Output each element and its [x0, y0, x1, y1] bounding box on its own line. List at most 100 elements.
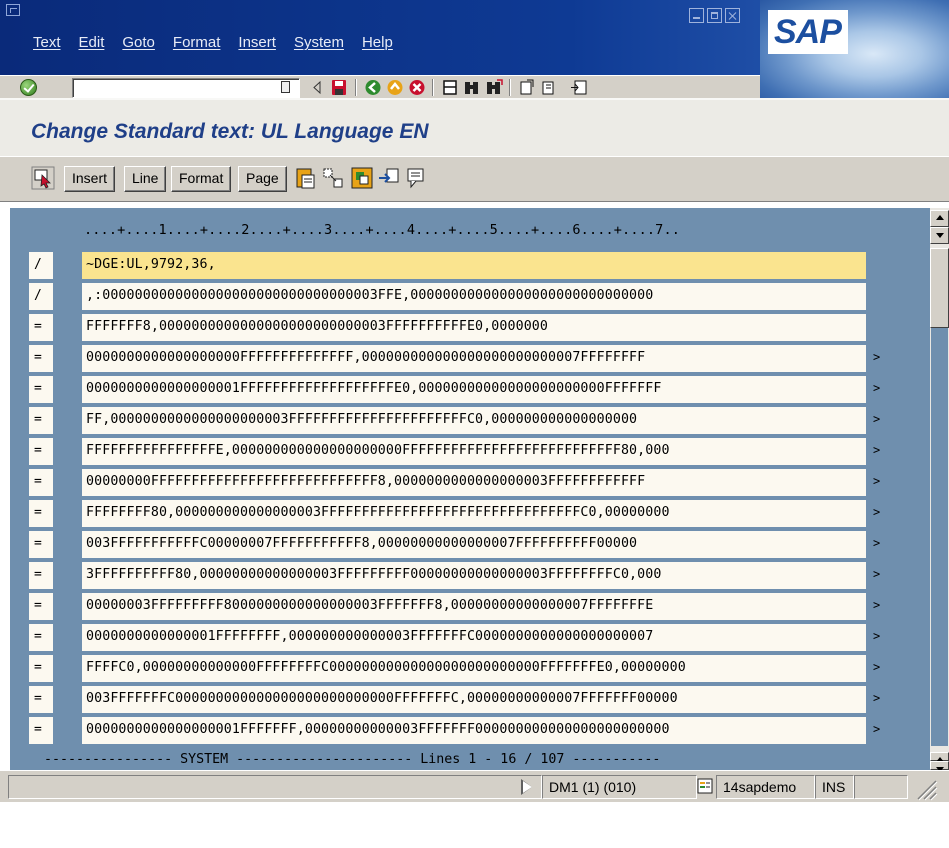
exit-icon[interactable]: [386, 79, 404, 96]
editor-line: = 003FFFFFFFC000000000000000000000000000F…: [10, 686, 930, 713]
command-dropdown-icon[interactable]: [278, 79, 292, 94]
line-command-field[interactable]: /: [29, 252, 53, 279]
line-text-field[interactable]: 003FFFFFFFC000000000000000000000000000FF…: [82, 686, 866, 713]
cut-icon[interactable]: [321, 166, 345, 190]
line-continuation-marker: >: [873, 660, 881, 674]
find-icon[interactable]: [463, 79, 481, 96]
editor-status-line: ---------------- SYSTEM ----------------…: [44, 752, 661, 767]
vertical-scrollbar[interactable]: [930, 208, 949, 772]
maximize-icon[interactable]: [707, 8, 722, 23]
previous-page-icon[interactable]: [540, 79, 558, 96]
line-command-field[interactable]: =: [29, 686, 53, 713]
line-text-field[interactable]: ~DGE:UL,9792,36,: [82, 252, 866, 279]
menu-edit[interactable]: Edit: [70, 34, 114, 51]
line-command-field[interactable]: /: [29, 283, 53, 310]
format-button[interactable]: Format: [171, 166, 232, 192]
line-continuation-marker: >: [873, 443, 881, 457]
resize-grip-icon[interactable]: [914, 777, 938, 801]
editor-line: / ,:0000000000000000000000000000000003FFE…: [10, 283, 930, 310]
page-button[interactable]: Page: [238, 166, 287, 192]
editor-line: = 00000000FFFFFFFFFFFFFFFFFFFFFFFFFFFF8,0…: [10, 469, 930, 496]
line-command-field[interactable]: =: [29, 717, 53, 744]
create-session-icon[interactable]: [570, 79, 588, 96]
line-continuation-marker: >: [873, 629, 881, 643]
line-text-field[interactable]: FFFFC0,00000000000000FFFFFFFFC0000000000…: [82, 655, 866, 682]
line-command-field[interactable]: =: [29, 655, 53, 682]
line-text-field[interactable]: FF,0000000000000000000003FFFFFFFFFFFFFFF…: [82, 407, 866, 434]
line-text-field[interactable]: FFFFFFF8,0000000000000000000000000003FFF…: [82, 314, 866, 341]
insert-mode[interactable]: INS: [815, 775, 854, 799]
line-continuation-marker: >: [873, 350, 881, 364]
line-command-field[interactable]: =: [29, 562, 53, 589]
menu-help[interactable]: Help: [353, 34, 402, 51]
line-text-field[interactable]: 00000003FFFFFFFFF8000000000000000003FFFF…: [82, 593, 866, 620]
menu-insert[interactable]: Insert: [229, 34, 285, 51]
move-icon[interactable]: [377, 166, 401, 190]
back-triangle-icon[interactable]: [308, 79, 326, 96]
line-command-field[interactable]: =: [29, 345, 53, 372]
editor-line: = 0000000000000000001FFFFFFF,000000000000…: [10, 717, 930, 744]
line-text-field[interactable]: 0000000000000001FFFFFFFF,000000000000003…: [82, 624, 866, 651]
copy-icon[interactable]: [350, 166, 374, 190]
line-text-field[interactable]: 0000000000000000001FFFFFFF,0000000000000…: [82, 717, 866, 744]
line-text-field[interactable]: FFFFFFFFFFFFFFFFE,000000000000000000000F…: [82, 438, 866, 465]
scroll-thumb[interactable]: [930, 248, 949, 328]
status-bar-inner: DM1 (1) (010) 14sapdemo INS: [0, 770, 949, 802]
page-down-icon[interactable]: [930, 761, 949, 772]
menu-system[interactable]: System: [285, 34, 353, 51]
enter-icon[interactable]: [20, 79, 37, 96]
status-bar: DM1 (1) (010) 14sapdemo INS: [0, 770, 949, 848]
line-continuation-marker: >: [873, 722, 881, 736]
line-text-field[interactable]: 0000000000000000000FFFFFFFFFFFFFF,000000…: [82, 345, 866, 372]
editor-line: = 0000000000000000001FFFFFFFFFFFFFFFFFFFE…: [10, 376, 930, 403]
line-command-field[interactable]: =: [29, 407, 53, 434]
find-next-icon[interactable]: [485, 79, 503, 96]
editor-line: = 00000003FFFFFFFFF8000000000000000003FFF…: [10, 593, 930, 620]
command-field[interactable]: [72, 78, 300, 98]
text-editor[interactable]: ....+....1....+....2....+....3....+....4…: [10, 208, 930, 770]
line-command-field[interactable]: =: [29, 624, 53, 651]
menu-goto[interactable]: Goto: [113, 34, 164, 51]
editor-line: = FFFFC0,00000000000000FFFFFFFFC000000000…: [10, 655, 930, 682]
minimize-icon[interactable]: [689, 8, 704, 23]
line-command-field[interactable]: =: [29, 593, 53, 620]
line-command-field[interactable]: =: [29, 531, 53, 558]
line-text-field[interactable]: ,:0000000000000000000000000000000003FFE,…: [82, 283, 866, 310]
page-title: Change Standard text: UL Language EN: [31, 120, 429, 143]
scroll-up-icon[interactable]: [930, 210, 949, 227]
back-icon[interactable]: [364, 79, 382, 96]
toolbar-separator: [355, 79, 357, 96]
first-page-icon[interactable]: [518, 79, 536, 96]
insert-button[interactable]: Insert: [64, 166, 116, 192]
scroll-down-icon[interactable]: [930, 227, 949, 244]
line-command-field[interactable]: =: [29, 376, 53, 403]
clipboard-paste-icon[interactable]: [294, 166, 318, 190]
page-up-icon[interactable]: [930, 752, 949, 762]
line-command-field[interactable]: =: [29, 438, 53, 465]
menu-format[interactable]: Format: [164, 34, 230, 51]
print-icon[interactable]: [441, 79, 459, 96]
line-continuation-marker: >: [873, 536, 881, 550]
menu-text[interactable]: Text: [24, 34, 70, 51]
line-command-field[interactable]: =: [29, 314, 53, 341]
line-text-field[interactable]: 003FFFFFFFFFFFC00000007FFFFFFFFFFF8,0000…: [82, 531, 866, 558]
scroll-track[interactable]: [931, 328, 948, 746]
line-button[interactable]: Line: [124, 166, 167, 192]
line-text-field[interactable]: 0000000000000000001FFFFFFFFFFFFFFFFFFFE0…: [82, 376, 866, 403]
line-text-field[interactable]: FFFFFFFF80,000000000000000003FFFFFFFFFFF…: [82, 500, 866, 527]
editor-line: = 0000000000000000000FFFFFFFFFFFFFF,00000…: [10, 345, 930, 372]
line-continuation-marker: >: [873, 381, 881, 395]
cancel-icon[interactable]: [408, 79, 426, 96]
session-info-icon[interactable]: [697, 777, 713, 795]
line-text-field[interactable]: 3FFFFFFFFFF80,00000000000000003FFFFFFFFF…: [82, 562, 866, 589]
line-text-field[interactable]: 00000000FFFFFFFFFFFFFFFFFFFFFFFFFFFF8,00…: [82, 469, 866, 496]
editor-line: = 003FFFFFFFFFFFC00000007FFFFFFFFFFF8,000…: [10, 531, 930, 558]
save-icon[interactable]: [330, 79, 348, 96]
note-icon[interactable]: [404, 166, 428, 190]
line-command-field[interactable]: =: [29, 500, 53, 527]
editor-line: = FFFFFFFFFFFFFFFFE,000000000000000000000…: [10, 438, 930, 465]
close-icon[interactable]: [725, 8, 740, 23]
line-command-field[interactable]: =: [29, 469, 53, 496]
select-icon[interactable]: [31, 166, 55, 190]
window-menu-icon[interactable]: [6, 4, 20, 16]
